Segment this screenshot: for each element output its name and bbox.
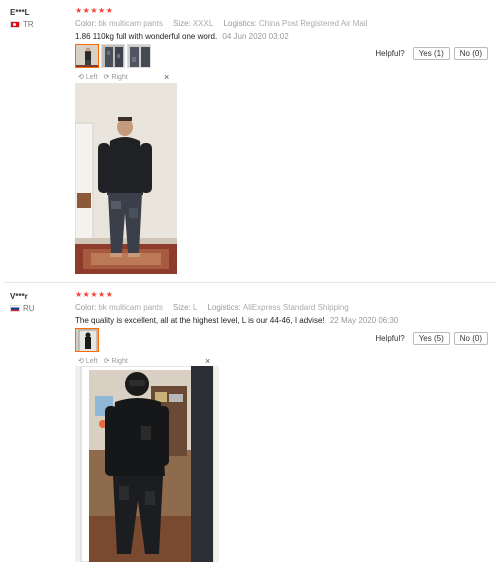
color-value: bk multicam pants bbox=[98, 303, 163, 312]
order-info: Color: bk multicam pants Size: L Logistics… bbox=[75, 302, 490, 313]
color-value: bk multicam pants bbox=[98, 19, 163, 28]
rotate-right-icon: ⟳ bbox=[103, 358, 110, 365]
size-value: L bbox=[192, 303, 198, 312]
color-label: Color: bbox=[75, 303, 97, 312]
logistics-label: Logistics: bbox=[207, 303, 241, 312]
rotate-left-icon: ⟲ bbox=[78, 74, 84, 81]
photo-thumbnails bbox=[75, 44, 151, 68]
color-label: Color: bbox=[75, 19, 97, 28]
close-icon[interactable]: × bbox=[164, 72, 169, 82]
star-rating: ★★★★★ bbox=[75, 290, 114, 299]
helpful-yes-button[interactable]: Yes (1) bbox=[412, 47, 450, 60]
rotate-left-icon: ⟲ bbox=[78, 358, 84, 365]
russia-flag-icon bbox=[10, 305, 20, 312]
star-rating: ★★★★★ bbox=[75, 6, 114, 15]
review-text: The quality is excellent, all at the hig… bbox=[75, 315, 490, 326]
review-date: 22 May 2020 06:30 bbox=[329, 316, 399, 325]
size-value: XXXL bbox=[192, 19, 214, 28]
order-info: Color: bk multicam pants Size: XXXL Logist… bbox=[75, 18, 490, 29]
photo-thumbnail[interactable] bbox=[101, 44, 125, 68]
helpful-votes: Helpful? Yes (5) No (0) bbox=[375, 332, 488, 345]
size-label: Size: bbox=[173, 303, 191, 312]
helpful-no-button[interactable]: No (0) bbox=[453, 47, 488, 60]
helpful-label: Helpful? bbox=[375, 334, 405, 343]
logistics-label: Logistics: bbox=[223, 19, 257, 28]
rotate-left-label: Left bbox=[85, 357, 98, 365]
review-item: E***L TR ★★★★★ Color: bk multicam pants S… bbox=[0, 0, 500, 282]
review-date: 04 Jun 2020 03:02 bbox=[222, 32, 289, 41]
country-code: RU bbox=[23, 304, 35, 313]
size-label: Size: bbox=[173, 19, 191, 28]
review-content: ★★★★★ Color: bk multicam pants Size: L Log… bbox=[75, 290, 490, 326]
review-divider bbox=[4, 282, 496, 283]
rotate-right-button[interactable]: ⟳ Right bbox=[103, 73, 128, 82]
turkey-flag-icon bbox=[10, 21, 20, 28]
close-icon[interactable]: × bbox=[205, 356, 210, 366]
review-photo bbox=[75, 366, 219, 562]
photo-thumbnail[interactable] bbox=[75, 44, 99, 68]
review-body: 1.86 110kg full with wonderful one word. bbox=[75, 32, 218, 41]
review-body: The quality is excellent, all at the hig… bbox=[75, 316, 325, 325]
helpful-votes: Helpful? Yes (1) No (0) bbox=[375, 47, 488, 60]
photo-thumbnail[interactable] bbox=[127, 44, 151, 68]
logistics-value: China Post Registered Air Mail bbox=[258, 19, 368, 28]
review-photo bbox=[75, 83, 177, 274]
photo-thumbnail[interactable] bbox=[75, 328, 99, 352]
photo-thumbnails bbox=[75, 328, 99, 352]
reviewer-country: RU bbox=[10, 304, 35, 313]
review-text: 1.86 110kg full with wonderful one word.… bbox=[75, 31, 490, 42]
reviewer-name: E***L bbox=[10, 8, 30, 17]
reviewer-country: TR bbox=[10, 20, 34, 29]
reviewer-info: V***r RU bbox=[10, 292, 35, 313]
rotate-right-label: Right bbox=[111, 357, 128, 365]
helpful-label: Helpful? bbox=[375, 49, 405, 58]
photo-viewer-controls: ⟲ Left ⟳ Right bbox=[78, 73, 134, 82]
rotate-left-button[interactable]: ⟲ Left bbox=[78, 73, 98, 82]
rotate-right-icon: ⟳ bbox=[103, 74, 110, 81]
helpful-no-button[interactable]: No (0) bbox=[453, 332, 488, 345]
country-code: TR bbox=[23, 20, 34, 29]
photo-viewer-controls: ⟲ Left ⟳ Right bbox=[78, 357, 134, 366]
rotate-right-button[interactable]: ⟳ Right bbox=[103, 357, 128, 366]
reviewer-info: E***L TR bbox=[10, 8, 34, 29]
rotate-left-label: Left bbox=[85, 73, 98, 81]
rotate-left-button[interactable]: ⟲ Left bbox=[78, 357, 98, 366]
reviewer-name: V***r bbox=[10, 292, 28, 301]
review-content: ★★★★★ Color: bk multicam pants Size: XXXL … bbox=[75, 6, 490, 42]
helpful-yes-button[interactable]: Yes (5) bbox=[412, 332, 450, 345]
logistics-value: AliExpress Standard Shipping bbox=[242, 303, 349, 312]
rotate-right-label: Right bbox=[111, 73, 128, 81]
